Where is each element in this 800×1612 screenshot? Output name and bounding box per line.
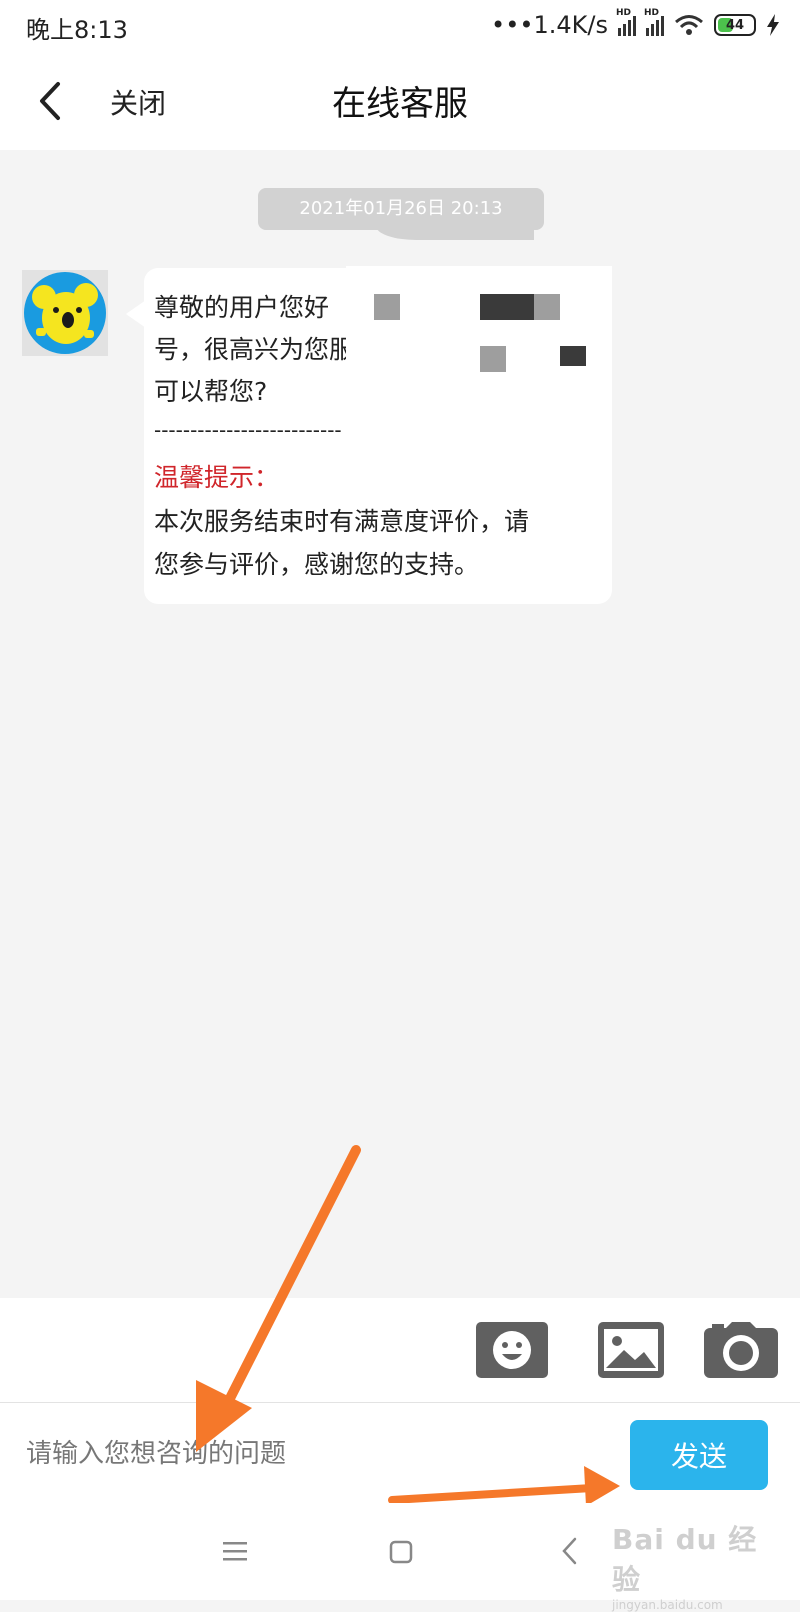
home-icon[interactable] bbox=[389, 1540, 413, 1564]
back-icon[interactable] bbox=[560, 1536, 580, 1566]
annotation-arrow-line bbox=[213, 1145, 361, 1427]
watermark-logo: Bai du 经验 bbox=[612, 1523, 758, 1596]
menu-icon[interactable] bbox=[222, 1540, 248, 1562]
watermark-url: jingyan.baidu.com bbox=[612, 1598, 723, 1612]
annotation-arrow-line bbox=[388, 1484, 596, 1504]
annotation-arrowhead bbox=[196, 1380, 252, 1452]
baidu-watermark: Bai du 经验 jingyan.baidu.com bbox=[612, 1518, 772, 1612]
annotation-arrows bbox=[196, 1145, 620, 1506]
annotation-arrowhead bbox=[584, 1466, 620, 1506]
